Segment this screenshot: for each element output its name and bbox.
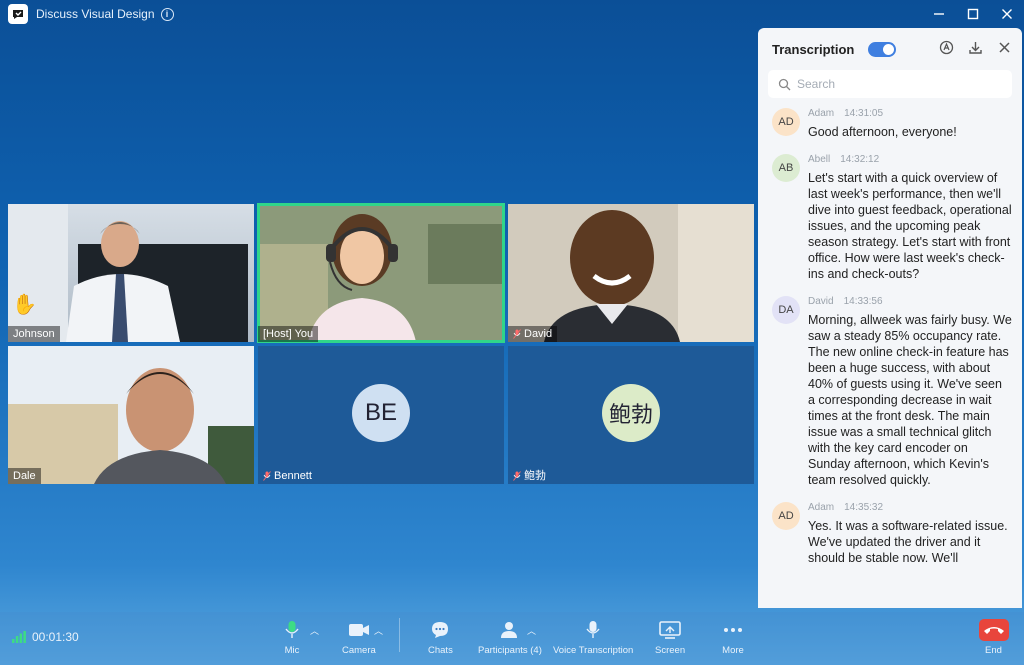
- chat-icon: [432, 622, 449, 638]
- mic-icon: [285, 621, 299, 638]
- search-icon: [778, 78, 791, 90]
- signal-icon: [12, 631, 26, 643]
- download-icon[interactable]: [968, 40, 983, 55]
- video-grid: ✋ Johnson [Host] You David Dale BE Benne…: [8, 203, 754, 484]
- video-tile-david[interactable]: David: [508, 204, 754, 342]
- close-icon: [1002, 9, 1012, 19]
- camera-options-chevron-icon[interactable]: ︿: [374, 624, 383, 637]
- end-call-button[interactable]: [979, 619, 1009, 641]
- avatar: BE: [352, 384, 410, 442]
- transcript-text: Good afternoon, everyone!: [808, 125, 957, 139]
- minimize-icon: [934, 13, 944, 15]
- screen-share-button[interactable]: Screen: [655, 620, 685, 656]
- maximize-icon: [967, 8, 979, 20]
- transcript-text: Let's start with a quick overview of las…: [808, 171, 1012, 281]
- speaker-name: Adam: [808, 502, 835, 513]
- avatar: AD: [772, 108, 800, 136]
- maximize-button[interactable]: [956, 0, 990, 28]
- avatar: 鲍勃: [602, 384, 660, 442]
- camera-label: Camera: [342, 645, 376, 656]
- translate-icon[interactable]: [939, 40, 954, 55]
- chats-button[interactable]: Chats: [428, 620, 453, 656]
- mic-muted-icon: [513, 329, 521, 339]
- close-window-button[interactable]: [990, 0, 1024, 28]
- participant-name: David: [508, 326, 558, 342]
- transcript-text: Morning, allweek was fairly busy. We saw…: [808, 313, 1012, 487]
- participant-name: Johnson: [8, 326, 60, 342]
- call-timer: 00:01:30: [12, 630, 79, 644]
- voice-transcription-icon: [586, 621, 600, 638]
- video-tile-host[interactable]: [Host] You: [257, 203, 505, 343]
- toolbar-divider: [399, 618, 400, 652]
- app-logo-icon: [8, 4, 28, 24]
- panel-title: Transcription: [772, 41, 855, 57]
- video-tile-johnson[interactable]: ✋ Johnson: [8, 204, 254, 342]
- transcript-text: Yes. It was a software-related issue. We…: [808, 519, 1008, 565]
- dale-video-image: [8, 346, 254, 484]
- participants-icon: [500, 622, 517, 638]
- timer-text: 00:01:30: [32, 630, 79, 644]
- timestamp: 14:33:56: [843, 296, 883, 307]
- timestamp: 14:31:05: [844, 108, 884, 119]
- video-tile-dale[interactable]: Dale: [8, 346, 254, 484]
- avatar: DA: [772, 296, 800, 324]
- video-tile-bennett[interactable]: BE Bennett: [258, 346, 504, 484]
- chats-label: Chats: [428, 645, 453, 656]
- transcription-toggle[interactable]: [868, 41, 897, 57]
- transcript-item: DA David 14:33:56 Morning, allweek was fa…: [772, 296, 1012, 488]
- window-controls: [922, 0, 1024, 28]
- more-icon: [724, 628, 742, 632]
- transcript-list: AD Adam 14:31:05 Good afternoon, everyone…: [758, 98, 1022, 566]
- mic-button[interactable]: Mic: [284, 620, 300, 656]
- search-input[interactable]: [797, 77, 997, 91]
- panel-header: Transcription: [758, 28, 1022, 70]
- participant-name: [Host] You: [258, 326, 319, 342]
- end-label: End: [985, 645, 1002, 656]
- participant-name: 鲍勃: [508, 468, 551, 484]
- video-tile-bob[interactable]: 鲍勃 鲍勃: [508, 346, 754, 484]
- speaker-name: Abell: [808, 154, 831, 165]
- mic-muted-icon: [263, 471, 271, 481]
- timestamp: 14:32:12: [840, 154, 880, 165]
- participants-options-chevron-icon[interactable]: ︿: [527, 624, 536, 637]
- hang-up-icon: [984, 627, 1004, 634]
- transcript-item: AD Adam 14:31:05 Good afternoon, everyone…: [772, 108, 1012, 140]
- speaker-name: Adam: [808, 108, 835, 119]
- voice-transcription-button[interactable]: Voice Transcription: [553, 620, 633, 656]
- info-icon[interactable]: i: [160, 7, 174, 21]
- mic-label: Mic: [284, 645, 300, 656]
- host-video-image: [258, 204, 504, 342]
- camera-icon: [348, 624, 369, 636]
- more-button[interactable]: More: [722, 620, 744, 656]
- raised-hand-icon: ✋: [12, 294, 37, 316]
- minimize-button[interactable]: [922, 0, 956, 28]
- johnson-video-image: [8, 204, 248, 342]
- participant-name: Bennett: [258, 468, 317, 484]
- transcription-panel: Transcription AD Adam 14:31:05 Good after…: [758, 28, 1022, 608]
- participant-name: Dale: [8, 468, 41, 484]
- window-title: Discuss Visual Design: [36, 7, 155, 21]
- speaker-name: David: [808, 296, 834, 307]
- search-box: [768, 70, 1012, 98]
- transcript-item: AB Abell 14:32:12 Let's start with a quic…: [772, 154, 1012, 282]
- timestamp: 14:35:32: [844, 502, 884, 513]
- title-bar: Discuss Visual Design i: [0, 0, 1024, 28]
- participants-label: Participants (4): [478, 645, 542, 656]
- camera-button[interactable]: Camera: [342, 620, 376, 656]
- avatar: AD: [772, 502, 800, 530]
- voice-transcription-label: Voice Transcription: [553, 645, 634, 656]
- meeting-toolbar: 00:01:30 Mic ︿ Camera ︿ Chats Participan…: [0, 612, 1024, 665]
- more-label: More: [722, 645, 744, 656]
- screen-share-icon: [659, 621, 681, 639]
- screen-label: Screen: [655, 645, 686, 656]
- transcript-item: AD Adam 14:35:32 Yes. It was a software-r…: [772, 502, 1012, 566]
- close-panel-icon[interactable]: [997, 40, 1012, 55]
- mic-muted-icon: [513, 471, 521, 481]
- avatar: AB: [772, 154, 800, 182]
- mic-options-chevron-icon[interactable]: ︿: [310, 624, 319, 637]
- david-video-image: [508, 204, 754, 342]
